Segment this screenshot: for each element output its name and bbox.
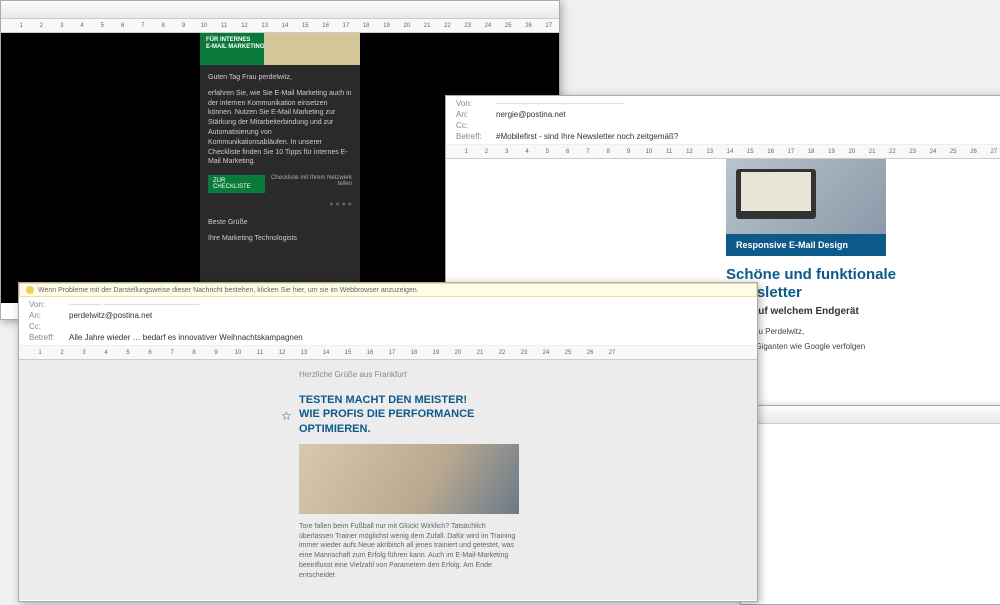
from-value: ———— ———————————— bbox=[69, 300, 199, 309]
ruler: 1234567891011121314151617181920212223242… bbox=[19, 346, 757, 360]
info-icon bbox=[26, 286, 34, 294]
to-value: perdelwitz@postina.net bbox=[69, 311, 152, 320]
email-window-stub bbox=[740, 405, 1000, 605]
ruler: 1234567891011121314151617181920212223242… bbox=[1, 19, 559, 33]
from-label: Von: bbox=[456, 99, 496, 108]
email-header: Von:———————————————— An:nergie@postina.n… bbox=[446, 96, 1000, 145]
checklist-button[interactable]: ZUR CHECKLISTE bbox=[208, 175, 265, 193]
hero-image bbox=[299, 444, 519, 514]
cc-label: Cc: bbox=[29, 322, 69, 331]
banner-line2: E-MAIL MARKETING bbox=[206, 44, 265, 51]
sender: Ihre Marketing Technologists bbox=[208, 234, 352, 244]
email-header: Von:———— ———————————— An:perdelwitz@post… bbox=[19, 297, 757, 346]
hero-banner: FÜR INTERNES E-MAIL MARKETING bbox=[200, 33, 360, 65]
titlebar[interactable] bbox=[1, 1, 559, 19]
cc-label: Cc: bbox=[456, 121, 496, 130]
subject-value: Alle Jahre wieder … bedarf es innovative… bbox=[69, 333, 303, 342]
greeting: Hallo Frau Perdelwitz, bbox=[726, 327, 966, 336]
to-label: An: bbox=[456, 110, 496, 119]
to-value: nergie@postina.net bbox=[496, 110, 566, 119]
subject-value: #Mobilefirst - sind Ihre Newsletter noch… bbox=[496, 132, 678, 141]
section-bar: Responsive E-Mail Design bbox=[726, 234, 886, 256]
subject-label: Betreff: bbox=[456, 132, 496, 141]
info-text: Wenn Probleme mit der Darstellungsweise … bbox=[38, 287, 419, 294]
to-label: An: bbox=[29, 311, 69, 320]
social-dots[interactable]: ● ● ● ● bbox=[208, 201, 352, 208]
subject-label: Betreff: bbox=[29, 333, 69, 342]
star-icon: ☆ bbox=[281, 409, 292, 423]
email-window-christmas: Wenn Probleme mit der Darstellungsweise … bbox=[18, 282, 758, 602]
signoff: Beste Grüße bbox=[208, 218, 352, 228]
body-text: erfahren Sie, wie Sie E-Mail Marketing a… bbox=[208, 89, 352, 167]
titlebar[interactable] bbox=[741, 406, 1000, 424]
email-body: Herzliche Grüße aus Frankfurt ☆ TESTEN M… bbox=[19, 360, 757, 600]
info-bar[interactable]: Wenn Probleme mit der Darstellungsweise … bbox=[19, 283, 757, 297]
banner-line1: FÜR INTERNES bbox=[206, 37, 265, 44]
from-value: ———————————————— bbox=[496, 99, 624, 108]
headline: TESTEN MACHT DEN MEISTER!WIE PROFIS DIE … bbox=[299, 393, 519, 436]
share-text[interactable]: Checkliste mit Ihrem Netzwerk teilen bbox=[265, 175, 352, 193]
greeting: Herzliche Grüße aus Frankfurt bbox=[299, 370, 519, 379]
body-text: Tore fallen beim Fußball nur mit Glück! … bbox=[299, 522, 519, 581]
email-content: FÜR INTERNES E-MAIL MARKETING Guten Tag … bbox=[200, 33, 360, 303]
body-text: Internet Giganten wie Google verfolgen bbox=[726, 342, 966, 351]
greeting: Guten Tag Frau perdelwitz, bbox=[208, 73, 352, 83]
from-label: Von: bbox=[29, 300, 69, 309]
hero-image bbox=[726, 159, 886, 234]
subheadline: Egal, auf welchem Endgerät bbox=[726, 306, 966, 317]
ruler: 1234567891011121314151617181920212223242… bbox=[446, 145, 1000, 159]
headline: Schöne und funktionale Newsletter bbox=[726, 266, 966, 302]
